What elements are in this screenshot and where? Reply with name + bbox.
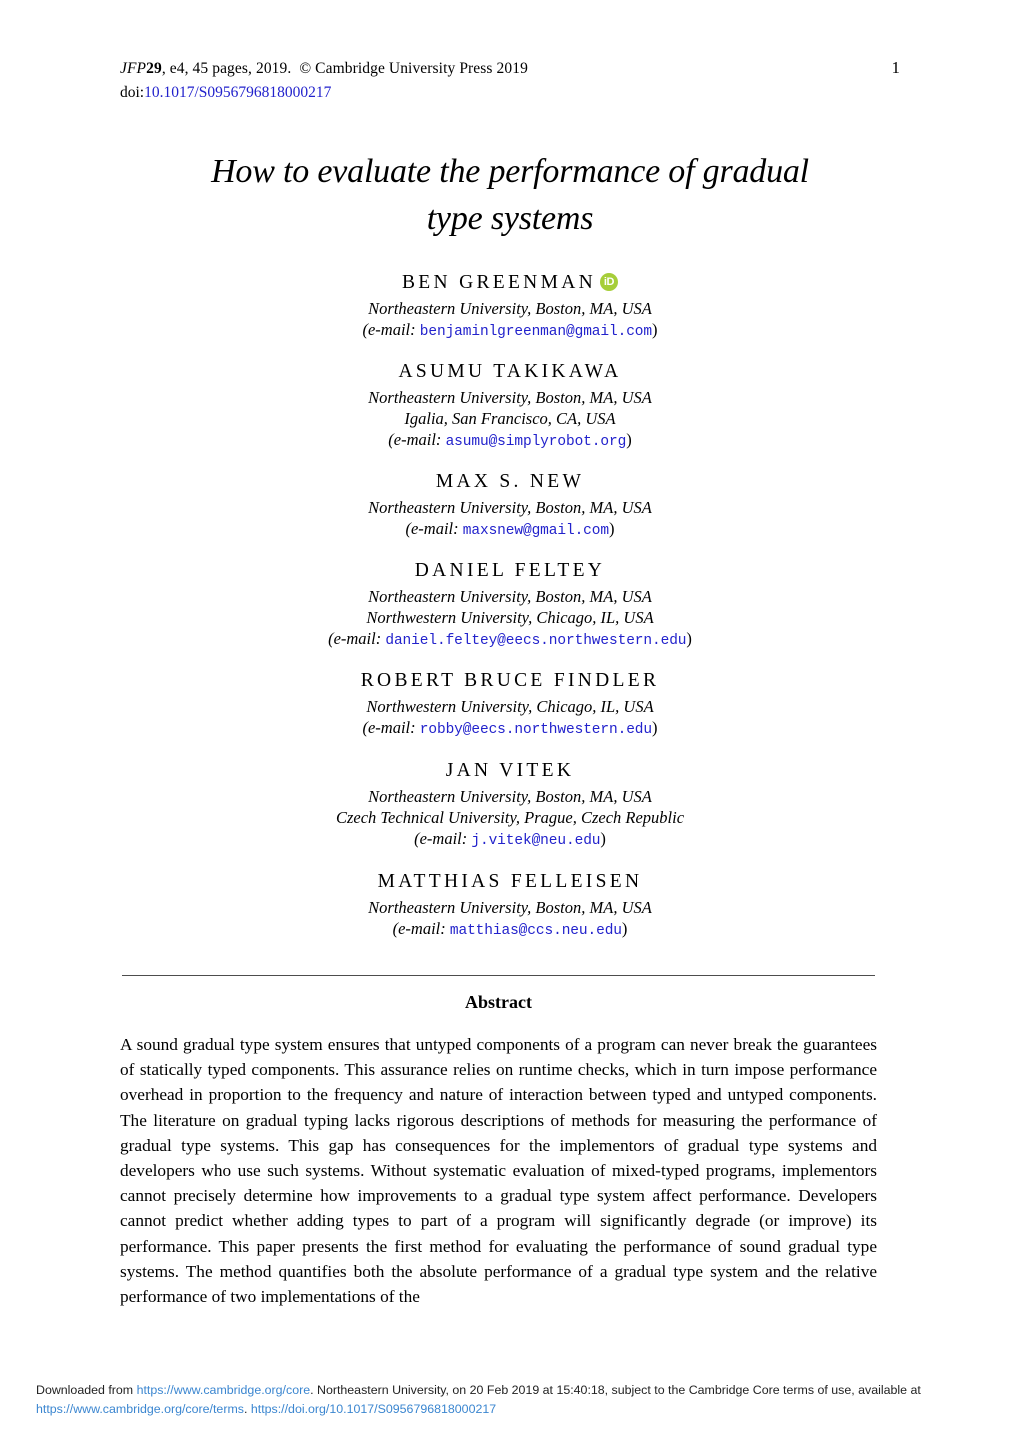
- issue-pages-year: , e4, 45 pages, 2019.: [161, 60, 292, 77]
- author-name: DANIEL FELTEY: [414, 560, 606, 581]
- email-label: (e-mail:: [362, 718, 416, 737]
- email-close-paren: ): [626, 430, 632, 449]
- page-number: 1: [891, 58, 901, 77]
- doi-org-link[interactable]: https://doi.org/10.1017/S095679681800021…: [251, 1402, 496, 1416]
- journal-citation-line: JFP29, e4, 45 pages, 2019. © Cambridge U…: [120, 58, 900, 79]
- author-name: ASUMU TAKIKAWA: [398, 361, 622, 382]
- cambridge-terms-link[interactable]: https://www.cambridge.org/core/terms: [36, 1402, 244, 1416]
- running-head: JFP29, e4, 45 pages, 2019. © Cambridge U…: [120, 58, 900, 104]
- author-affiliation: Northeastern University, Boston, MA, USA: [368, 587, 652, 606]
- author-name: JAN VITEK: [445, 760, 575, 781]
- email-close-paren: ): [652, 718, 658, 737]
- author-email-line: (e-mail: benjaminlgreenman@gmail.com): [110, 319, 910, 343]
- email-label: (e-mail:: [362, 320, 416, 339]
- author-name-row: MAX S. NEW: [110, 467, 910, 497]
- author-affiliation: Northeastern University, Boston, MA, USA: [368, 787, 652, 806]
- author-email-line: (e-mail: maxsnew@gmail.com): [110, 518, 910, 542]
- author-affiliation: Northwestern University, Chicago, IL, US…: [366, 697, 654, 716]
- email-close-paren: ): [686, 629, 692, 648]
- email-label: (e-mail:: [414, 829, 468, 848]
- cambridge-core-link[interactable]: https://www.cambridge.org/core: [137, 1383, 311, 1397]
- email-label: (e-mail:: [392, 919, 446, 938]
- author-name-row: ASUMU TAKIKAWA: [110, 357, 910, 387]
- author-block: ASUMU TAKIKAWA Northeastern University, …: [110, 357, 910, 453]
- author-name-row: MATTHIAS FELLEISEN: [110, 867, 910, 897]
- journal-abbreviation: JFP: [120, 60, 147, 77]
- author-block: MAX S. NEW Northeastern University, Bost…: [110, 467, 910, 542]
- email-address[interactable]: daniel.feltey@eecs.northwestern.edu: [385, 633, 686, 649]
- email-label: (e-mail:: [405, 519, 459, 538]
- author-affiliation: Northeastern University, Boston, MA, USA: [368, 388, 652, 407]
- author-name: MATTHIAS FELLEISEN: [377, 871, 643, 892]
- author-email-line: (e-mail: daniel.feltey@eecs.northwestern…: [110, 628, 910, 652]
- footer-separator: .: [243, 1402, 251, 1416]
- title-line-1: How to evaluate the performance of gradu…: [211, 153, 809, 190]
- author-affiliation: Igalia, San Francisco, CA, USA: [404, 409, 616, 428]
- email-address[interactable]: matthias@ccs.neu.edu: [450, 923, 622, 939]
- volume-number: 29: [146, 60, 162, 77]
- author-name-row: DANIEL FELTEY: [110, 556, 910, 586]
- download-footer: Downloaded from https://www.cambridge.or…: [36, 1381, 991, 1419]
- email-close-paren: ): [600, 829, 606, 848]
- author-email-line: (e-mail: j.vitek@neu.edu): [110, 828, 910, 852]
- footer-prefix: Downloaded from: [36, 1383, 137, 1397]
- footer-mid-text: . Northeastern University, on 20 Feb 201…: [310, 1383, 921, 1397]
- title-line-2: type systems: [426, 200, 594, 237]
- paper-page: JFP29, e4, 45 pages, 2019. © Cambridge U…: [0, 0, 1020, 1447]
- email-address[interactable]: robby@eecs.northwestern.edu: [420, 722, 652, 738]
- doi-label: doi:: [120, 84, 145, 101]
- author-name-row: ROBERT BRUCE FINDLER: [110, 666, 910, 696]
- author-email-line: (e-mail: robby@eecs.northwestern.edu): [110, 717, 910, 741]
- author-affiliation: Czech Technical University, Prague, Czec…: [335, 808, 685, 827]
- author-block: MATTHIAS FELLEISEN Northeastern Universi…: [110, 867, 910, 942]
- author-email-line: (e-mail: matthias@ccs.neu.edu): [110, 918, 910, 942]
- author-email-line: (e-mail: asumu@simplyrobot.org): [110, 429, 910, 453]
- author-list: BEN GREENMAN iD Northeastern University,…: [110, 268, 910, 942]
- author-name: ROBERT BRUCE FINDLER: [360, 670, 660, 691]
- abstract-body: A sound gradual type system ensures that…: [120, 1035, 877, 1307]
- author-affiliation: Northeastern University, Boston, MA, USA: [368, 898, 652, 917]
- author-affiliation: Northeastern University, Boston, MA, USA: [368, 299, 652, 318]
- email-label: (e-mail:: [328, 629, 382, 648]
- author-name: BEN GREENMAN: [402, 272, 596, 293]
- email-close-paren: ): [652, 320, 658, 339]
- email-label: (e-mail:: [388, 430, 442, 449]
- author-block: DANIEL FELTEY Northeastern University, B…: [110, 556, 910, 652]
- email-close-paren: ): [609, 519, 615, 538]
- abstract-divider-rule: [122, 975, 875, 976]
- page-title: How to evaluate the performance of gradu…: [140, 148, 880, 242]
- doi-line: doi:10.1017/S0956796818000217: [120, 82, 900, 104]
- author-affiliation: Northeastern University, Boston, MA, USA: [368, 498, 652, 517]
- email-address[interactable]: asumu@simplyrobot.org: [446, 434, 627, 450]
- abstract-heading: Abstract: [465, 992, 532, 1012]
- author-name-row: JAN VITEK: [110, 756, 910, 786]
- author-block: JAN VITEK Northeastern University, Bosto…: [110, 756, 910, 852]
- copyright-notice: © Cambridge University Press 2019: [299, 60, 528, 77]
- doi-link[interactable]: 10.1017/S0956796818000217: [144, 84, 331, 101]
- email-address[interactable]: maxsnew@gmail.com: [463, 523, 609, 539]
- author-block: BEN GREENMAN iD Northeastern University,…: [110, 268, 910, 343]
- orcid-id-icon[interactable]: iD: [599, 273, 618, 291]
- author-name: MAX S. NEW: [435, 471, 585, 492]
- email-address[interactable]: j.vitek@neu.edu: [471, 833, 600, 849]
- email-address[interactable]: benjaminlgreenman@gmail.com: [420, 324, 652, 340]
- email-close-paren: ): [621, 919, 628, 938]
- author-block: ROBERT BRUCE FINDLER Northwestern Univer…: [110, 666, 910, 741]
- author-affiliation: Northwestern University, Chicago, IL, US…: [366, 608, 654, 627]
- author-name-row: BEN GREENMAN iD: [110, 268, 910, 298]
